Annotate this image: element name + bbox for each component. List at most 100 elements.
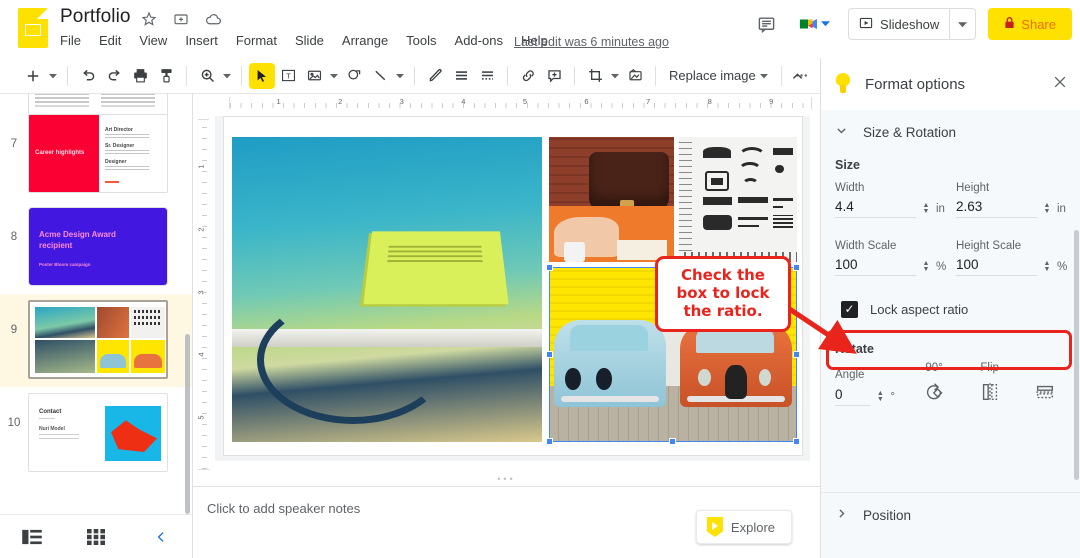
size-group-label: Size: [835, 158, 861, 172]
section-size-rotation[interactable]: Size & Rotation: [821, 110, 1080, 154]
vertical-ruler[interactable]: 1 2 3 4 5: [193, 111, 211, 478]
select-cursor-icon[interactable]: [249, 62, 275, 89]
menu-addons[interactable]: Add-ons: [455, 33, 503, 48]
menu-tools[interactable]: Tools: [406, 33, 436, 48]
flip-horizontal-icon[interactable]: [975, 378, 1005, 406]
menu-arrange[interactable]: Arrange: [342, 33, 388, 48]
height-label: Height: [956, 182, 990, 194]
menu-format[interactable]: Format: [236, 33, 277, 48]
comment-history-icon[interactable]: [751, 9, 781, 39]
pencil-icon[interactable]: [422, 63, 448, 89]
resize-handle-top-left[interactable]: [546, 264, 553, 271]
slideshow-button[interactable]: Slideshow: [848, 8, 977, 40]
collapse-panel-icon[interactable]: [129, 529, 192, 545]
writing-hands-bag-image[interactable]: [549, 137, 674, 262]
zoom-chevron-down-icon[interactable]: [220, 63, 234, 89]
last-edit-status[interactable]: Last edit was 6 minutes ago: [514, 35, 669, 49]
shape-icon[interactable]: [341, 63, 367, 89]
width-scale-input[interactable]: 100: [835, 255, 916, 276]
resize-handle-top-right[interactable]: [793, 264, 800, 271]
redo-icon[interactable]: [101, 63, 127, 89]
angle-stepper[interactable]: ▲ ▼: [875, 390, 885, 406]
sketchbook-icons-image[interactable]: [679, 137, 797, 262]
menu-slide[interactable]: Slide: [295, 33, 324, 48]
speaker-notes-pane[interactable]: Click to add speaker notes Explore: [193, 486, 820, 558]
print-icon[interactable]: [127, 63, 153, 89]
image-chevron-down-icon[interactable]: [327, 63, 341, 89]
flip-vertical-icon[interactable]: [1030, 378, 1060, 406]
height-scale-input[interactable]: 100: [956, 255, 1037, 276]
slide-thumbnail[interactable]: Contact Nuri Model: [28, 393, 168, 472]
slideshow-options-chevron-icon[interactable]: [950, 17, 975, 32]
resize-handle-bottom-center[interactable]: [669, 438, 676, 445]
thumb-text: Designer: [105, 159, 127, 165]
panel-scrollbar[interactable]: [1074, 230, 1079, 480]
document-title[interactable]: Portfolio: [60, 6, 131, 28]
menu-edit[interactable]: Edit: [99, 33, 121, 48]
slide-thumbnail[interactable]: Career highlights Art Director Sr. Desig…: [28, 114, 168, 193]
grid-view-icon[interactable]: [64, 528, 128, 545]
text-box-icon[interactable]: T: [275, 63, 301, 89]
slide-thumbnail[interactable]: Acme Design Award recipient Poster Bloom…: [28, 207, 168, 286]
resize-handle-bottom-left[interactable]: [546, 438, 553, 445]
menu-file[interactable]: File: [60, 33, 81, 48]
panel-header: Format options: [821, 58, 1080, 110]
filmstrip-view-bar: [0, 514, 192, 558]
star-icon[interactable]: [140, 10, 158, 28]
undo-icon[interactable]: [75, 63, 101, 89]
height-scale-field: Height Scale 100 ▲ ▼ %: [956, 240, 1067, 276]
new-slide-icon[interactable]: [20, 63, 46, 89]
width-stepper[interactable]: ▲ ▼: [921, 202, 931, 218]
height-stepper[interactable]: ▲ ▼: [1042, 202, 1052, 218]
link-icon[interactable]: [515, 63, 541, 89]
meet-present-button[interactable]: [793, 12, 836, 36]
slide-filmstrip[interactable]: 6 Project name Project name 7 Career hig…: [0, 94, 193, 558]
share-button[interactable]: Share: [988, 8, 1072, 40]
paint-format-icon[interactable]: [153, 63, 179, 89]
filmstrip-slide-10[interactable]: 10 Contact Nuri Model: [0, 387, 192, 480]
desk-notecard-image[interactable]: [232, 137, 542, 442]
filmstrip-slide-6[interactable]: 6 Project name Project name: [0, 94, 192, 135]
crop-icon[interactable]: [582, 63, 608, 89]
horizontal-ruler[interactable]: 1 2 3 4 5 6 7 8 9: [215, 94, 820, 111]
angle-input[interactable]: 0: [835, 385, 871, 406]
ruler-track: 1 2 3 4 5 6 7 8 9: [229, 97, 812, 109]
filmstrip-view-icon[interactable]: [0, 529, 64, 545]
height-scale-stepper[interactable]: ▲ ▼: [1042, 260, 1052, 276]
filmstrip-slide-9[interactable]: 9: [0, 294, 192, 387]
align-icon[interactable]: [448, 63, 474, 89]
rotate-90-icon[interactable]: [919, 378, 949, 406]
lock-icon: [1004, 16, 1015, 32]
menu-view[interactable]: View: [139, 33, 167, 48]
zoom-icon[interactable]: [194, 63, 220, 89]
angle-field: Angle 0 ▲ ▼ °: [835, 369, 900, 406]
width-scale-stepper[interactable]: ▲ ▼: [921, 260, 931, 276]
explore-icon: [706, 517, 723, 537]
filmstrip-slide-7[interactable]: 7 Career highlights Art Director Sr. Des…: [0, 108, 192, 201]
close-icon[interactable]: [1053, 75, 1067, 94]
notes-resize-handle[interactable]: •••: [193, 472, 820, 486]
section-position[interactable]: Position: [821, 493, 1080, 537]
resize-handle-bottom-right[interactable]: [793, 438, 800, 445]
speaker-notes-placeholder[interactable]: Click to add speaker notes: [207, 501, 360, 516]
filmstrip-scrollbar[interactable]: [185, 334, 190, 514]
line-icon[interactable]: [367, 63, 393, 89]
slide-thumbnail[interactable]: [28, 300, 168, 379]
width-input[interactable]: 4.4: [835, 197, 916, 218]
resize-handle-middle-left[interactable]: [546, 350, 553, 358]
collapse-toolbar-chevron-icon[interactable]: [784, 63, 810, 89]
height-input[interactable]: 2.63: [956, 197, 1037, 218]
move-to-folder-icon[interactable]: [172, 10, 190, 28]
new-slide-chevron-down-icon[interactable]: [46, 63, 60, 89]
menu-insert[interactable]: Insert: [185, 33, 218, 48]
cloud-saved-icon[interactable]: [204, 10, 222, 28]
replace-image-button[interactable]: Replace image: [663, 63, 774, 89]
filmstrip-slide-8[interactable]: 8 Acme Design Award recipient Poster Blo…: [0, 201, 192, 294]
mask-image-icon[interactable]: [622, 63, 648, 89]
line-spacing-icon[interactable]: [474, 63, 500, 89]
insert-image-icon[interactable]: [301, 63, 327, 89]
add-comment-icon[interactable]: [541, 63, 567, 89]
explore-button[interactable]: Explore: [695, 510, 792, 544]
line-chevron-down-icon[interactable]: [393, 63, 407, 89]
crop-chevron-down-icon[interactable]: [608, 63, 622, 89]
